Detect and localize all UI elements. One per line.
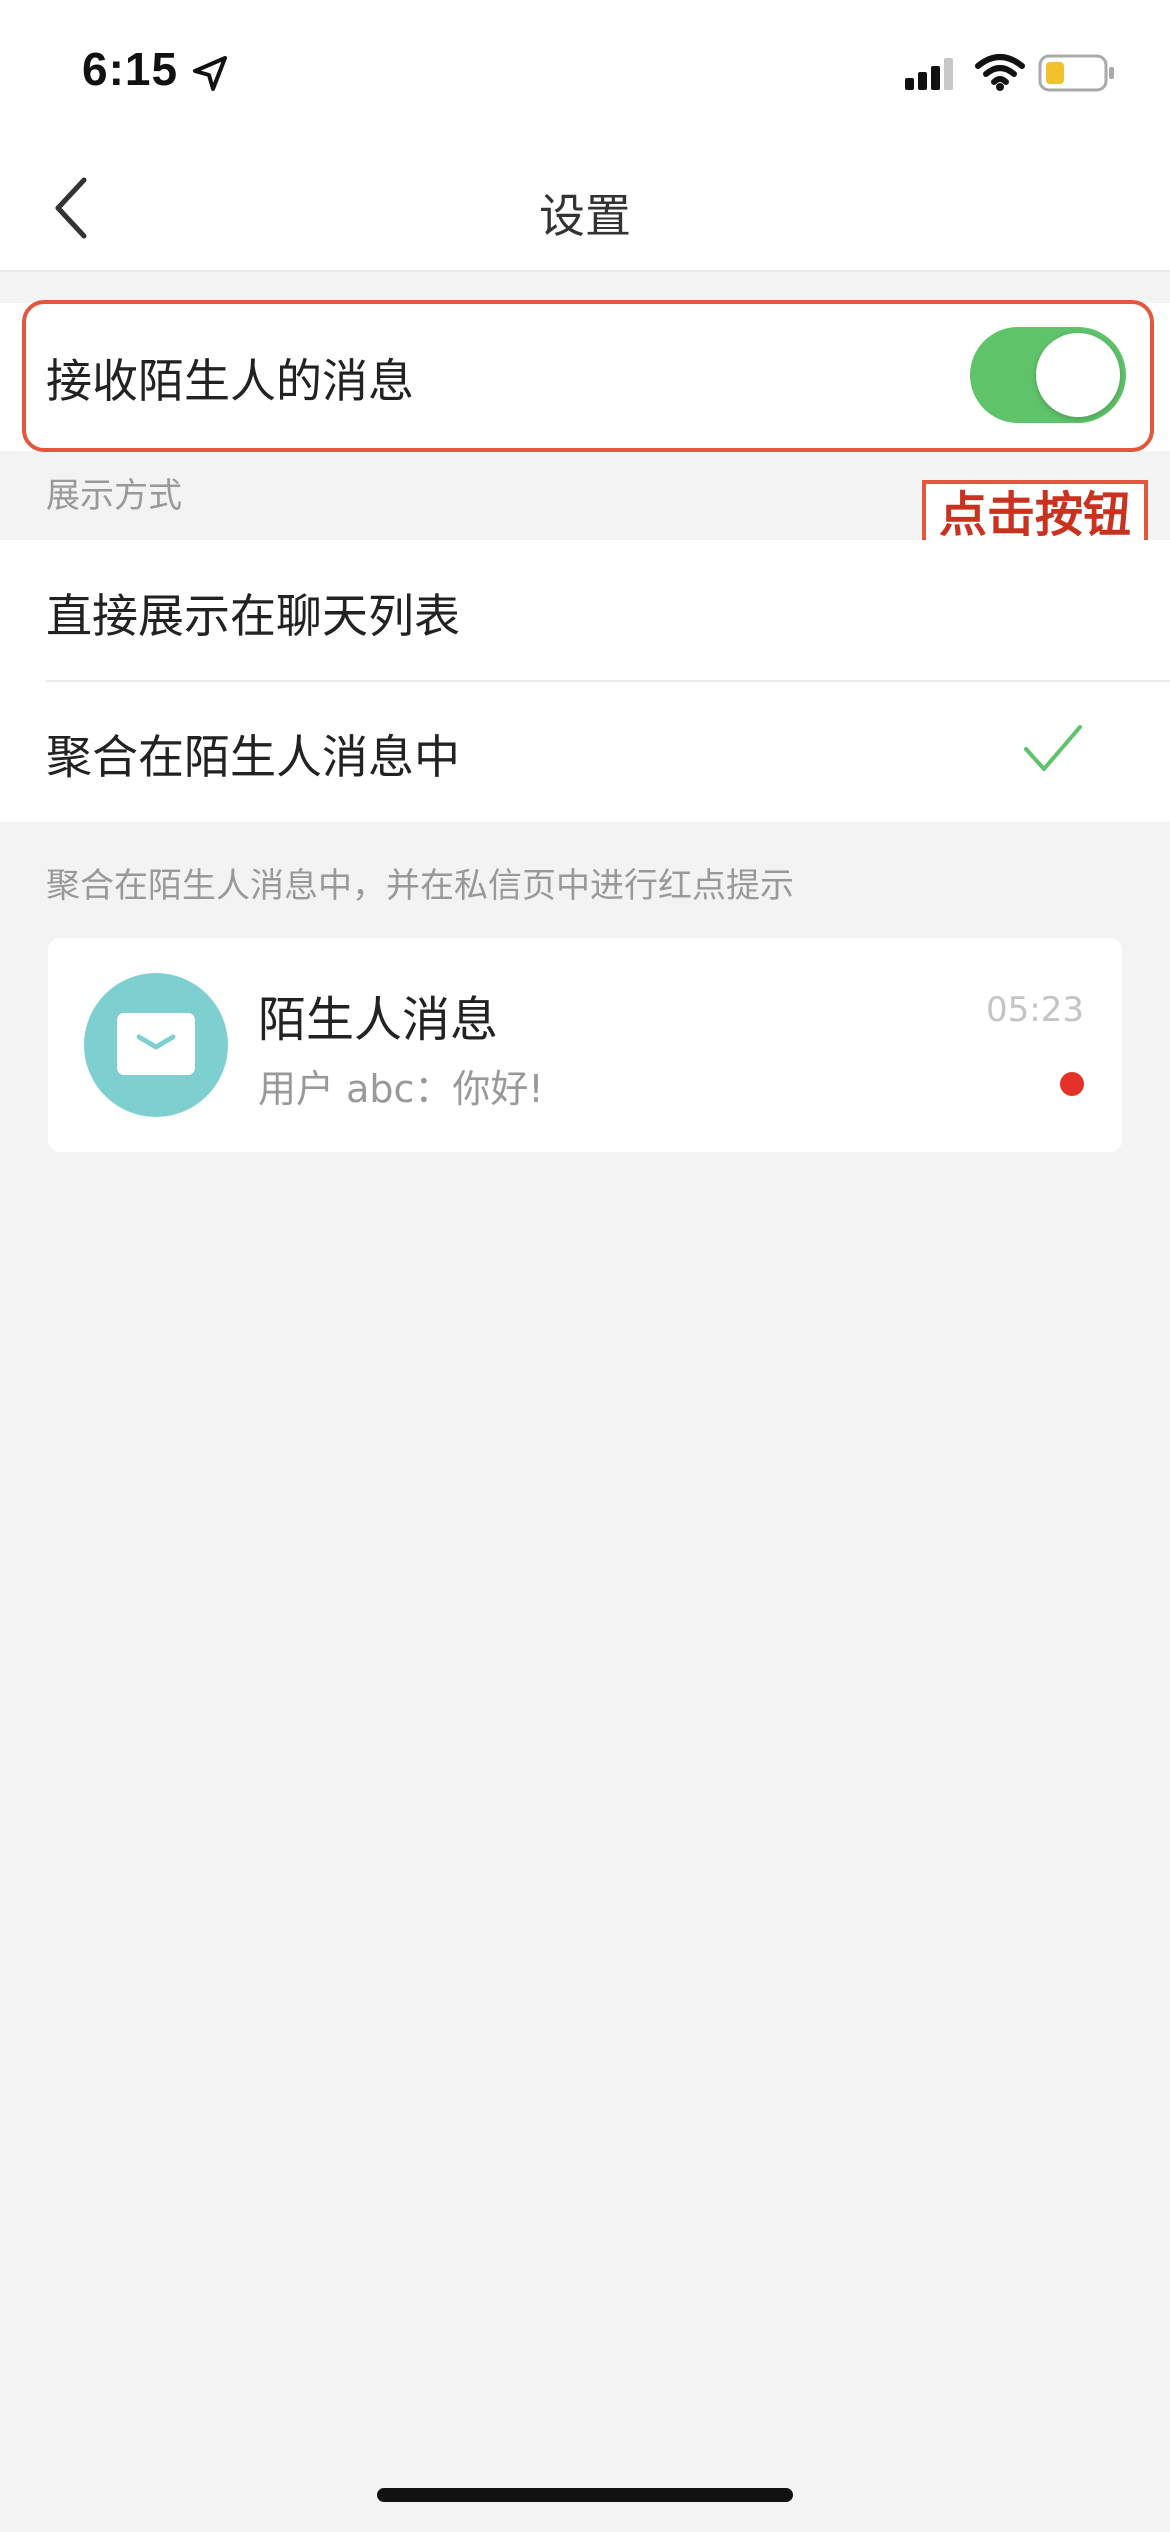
preview-title: 陌生人消息 [258,992,499,1048]
option-label: 直接展示在聊天列表 [46,589,460,643]
envelope-icon [117,1013,195,1075]
cellular-signal-icon [905,58,953,90]
highlight-box [22,300,1154,452]
option-show-in-chat-list[interactable]: 直接展示在聊天列表 [0,540,1170,682]
status-time: 6:15 [82,43,179,95]
option-aggregate-in-strangers[interactable]: 聚合在陌生人消息中 [0,681,1170,822]
preview-time: 05:23 [986,990,1084,1030]
display-mode-footnote: 聚合在陌生人消息中，并在私信页中进行红点提示 [46,866,794,906]
stranger-messages-preview[interactable]: 陌生人消息 用户 abc：你好! 05:23 [48,938,1122,1152]
status-bar: 6:15 [0,0,1170,140]
display-mode-options: 直接展示在聊天列表 聚合在陌生人消息中 [0,540,1170,822]
avatar [84,973,228,1117]
home-indicator[interactable] [377,2488,793,2502]
battery-low-icon [1038,54,1114,92]
checkmark-icon [1024,725,1082,771]
navigation-bar: 设置 [0,140,1170,272]
display-mode-caption: 展示方式 [46,476,182,516]
option-label: 聚合在陌生人消息中 [46,730,460,784]
unread-dot [1060,1072,1084,1096]
location-arrow-icon [193,56,227,91]
page-title: 设置 [539,189,631,243]
wifi-icon [975,54,1025,91]
preview-subtitle: 用户 abc：你好! [258,1067,544,1111]
